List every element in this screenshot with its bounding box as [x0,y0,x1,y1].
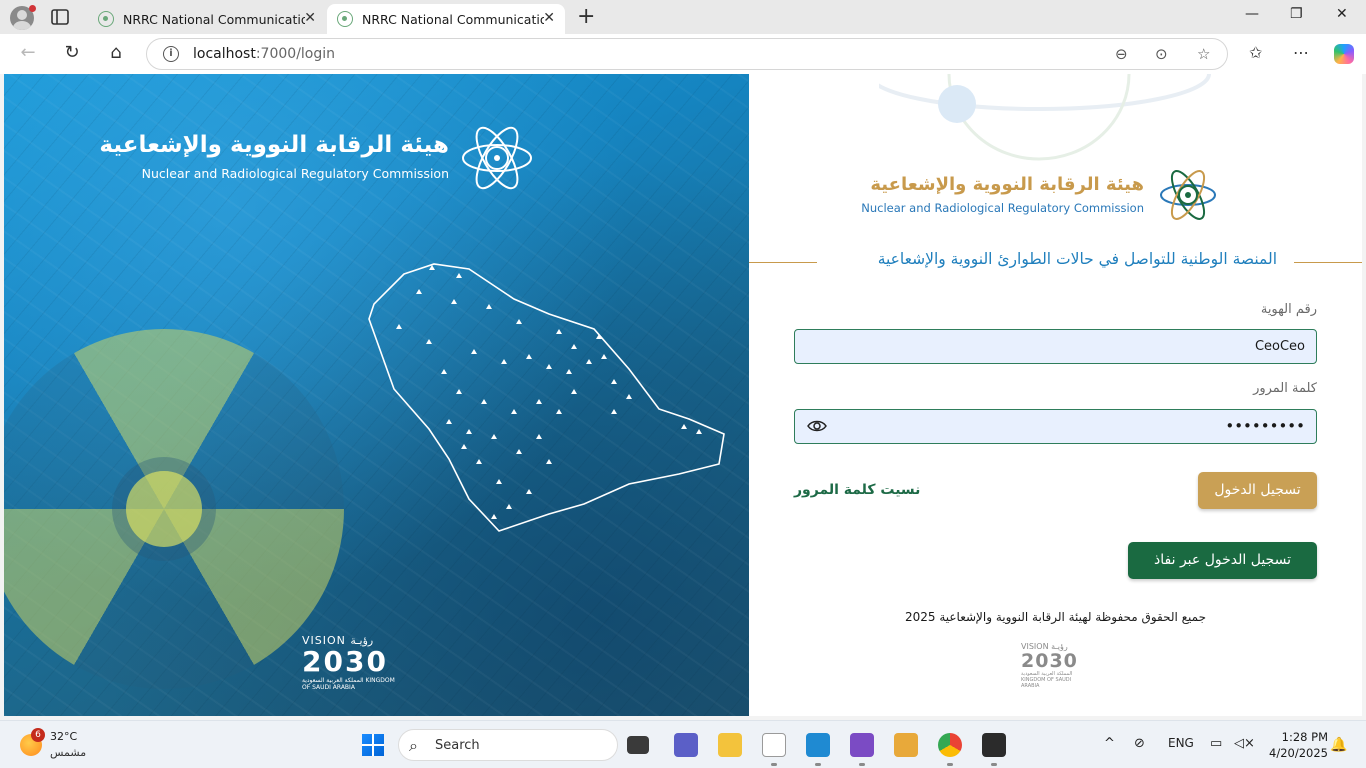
search-placeholder: Search [435,738,480,753]
running-indicator [771,763,777,766]
site-info-icon[interactable]: i [163,46,179,62]
start-windows-icon[interactable] [362,734,384,756]
favorite-star-icon[interactable]: ☆ [1197,45,1210,63]
weather-temperature[interactable]: 32°C [50,730,77,743]
tab-actions-icon[interactable] [50,8,70,26]
close-tab-icon[interactable]: ✕ [543,10,555,26]
notification-bell-icon[interactable]: 🔔 [1330,737,1347,753]
language-indicator[interactable]: ENG [1168,736,1194,750]
id-number-input[interactable]: CeoCeo [794,329,1317,364]
password-value: ••••••••• [1225,417,1305,435]
refresh-icon[interactable]: ↻ [60,42,84,63]
profile-notification-dot [29,5,36,12]
platform-title-row: المنصة الوطنية للتواصل في حالات الطوارئ … [749,250,1362,274]
file-explorer-icon[interactable] [718,733,742,757]
network-icon[interactable]: ⊘ [1134,736,1145,751]
display-icon[interactable]: ▭ [1210,736,1222,751]
vision-country: المملكة العربية السعودية KINGDOM OF SAUD… [302,677,395,691]
nafath-login-button[interactable]: تسجيل الدخول عبر نفاذ [1128,542,1317,579]
nrrc-favicon-icon [98,11,114,27]
favorites-icon[interactable]: ✩ [1249,43,1262,62]
teams-icon[interactable] [674,733,698,757]
new-tab-icon[interactable]: + [577,4,595,29]
vision-2030-logo: VISION رؤيـة 2030 المملكة العربية السعود… [1021,642,1091,689]
more-menu-icon[interactable]: ⋯ [1293,43,1309,62]
browser-tab-1[interactable]: NRRC National Communication P ✕ [88,4,326,34]
forgot-password-link[interactable]: نسيت كلمة المرور [794,482,920,498]
chrome-icon[interactable] [938,733,962,757]
task-view-icon[interactable] [627,736,649,754]
panel-org-name-en: Nuclear and Radiological Regulatory Comm… [861,201,1144,215]
vision-year: 2030 [1021,650,1078,672]
running-indicator [947,763,953,766]
read-aloud-icon[interactable]: ⊙ [1155,45,1168,63]
url-field[interactable]: i localhost:7000/login ⊖ ⊙ ☆ [146,38,1228,70]
tab-title: NRRC National Communication P [123,11,305,27]
restore-icon[interactable]: ❐ [1290,6,1303,22]
show-hidden-icons-icon[interactable]: ^ [1104,736,1115,751]
url-host: localhost [193,46,256,62]
notepad-icon[interactable] [762,733,786,757]
atom-logo-icon [1160,170,1216,220]
vision-country: المملكة العربية السعودية KINGDOM OF SAUD… [1021,671,1073,689]
hero-image: هيئة الرقابة النووية والإشعاعية Nuclear … [4,74,749,716]
running-indicator [815,763,821,766]
panel-org-name-ar: هيئة الرقابة النووية والإشعاعية [870,174,1144,195]
panel-org-logo: هيئة الرقابة النووية والإشعاعية Nuclear … [861,164,1219,228]
url-path: :7000/login [255,46,336,62]
saudi-map-icon [368,263,725,532]
platform-title: المنصة الوطنية للتواصل في حالات الطوارئ … [877,250,1277,268]
visual-studio-icon[interactable] [850,733,874,757]
running-indicator [859,763,865,766]
taskbar-search-box[interactable]: ⌕ Search [398,729,618,761]
hero-org-logo: هيئة الرقابة النووية والإشعاعية Nuclear … [99,120,534,200]
close-window-icon[interactable]: ✕ [1336,6,1348,22]
minimize-icon[interactable]: — [1245,6,1259,22]
close-tab-icon[interactable]: ✕ [304,10,316,26]
copyright-text: جميع الحقوق محفوظة لهيئة الرقابة النووية… [904,610,1207,624]
vscode-icon[interactable] [806,733,830,757]
atom-logo-icon [462,126,532,190]
tools-app-icon[interactable] [894,733,918,757]
terminal-icon[interactable] [982,733,1006,757]
divider-line [1294,262,1362,263]
running-indicator [991,763,997,766]
divider-line [749,262,817,263]
radiation-core [126,471,202,547]
show-password-eye-icon[interactable] [807,419,827,433]
home-icon[interactable]: ⌂ [104,42,128,63]
password-label: كلمة المرور [1253,381,1317,396]
id-label: رقم الهوية [1260,302,1317,317]
tab-title: NRRC National Communication P [362,11,544,27]
copilot-icon[interactable] [1334,44,1354,64]
hero-org-name-en: Nuclear and Radiological Regulatory Comm… [141,166,449,181]
clock[interactable]: 1:28 PM 4/20/2025 [1266,729,1328,761]
password-input[interactable]: ••••••••• [794,409,1317,444]
search-icon: ⌕ [409,736,418,755]
weather-badge: 6 [31,728,45,742]
url-text: localhost:7000/login [193,46,335,62]
login-button[interactable]: تسجيل الدخول [1198,472,1317,509]
taskbar: 6 32°C مشمس ⌕ Search ^ ⊘ ENG ▭ ◁× 1:28 P… [0,720,1366,768]
zoom-icon[interactable]: ⊖ [1115,45,1128,63]
login-page: هيئة الرقابة النووية والإشعاعية Nuclear … [4,74,1362,716]
address-bar-row: ← ↻ ⌂ i localhost:7000/login ⊖ ⊙ ☆ ✩ ⋯ [0,34,1366,74]
clock-date: 4/20/2025 [1269,746,1328,760]
back-icon[interactable]: ← [16,42,40,63]
browser-tab-bar: NRRC National Communication P ✕ NRRC Nat… [0,0,1366,34]
vision-year: 2030 [302,645,388,678]
atom-decoration-icon [879,74,1211,161]
id-value: CeoCeo [1254,339,1305,354]
volume-muted-icon[interactable]: ◁× [1234,736,1255,751]
hero-org-name-ar: هيئة الرقابة النووية والإشعاعية [99,132,449,158]
clock-time: 1:28 PM [1281,730,1328,744]
nrrc-favicon-icon [337,11,353,27]
browser-tab-2[interactable]: NRRC National Communication P ✕ [327,4,565,34]
weather-description[interactable]: مشمس [50,746,86,759]
login-panel: هيئة الرقابة النووية والإشعاعية Nuclear … [749,74,1362,716]
vision-2030-logo: VISION رؤيـة 2030 المملكة العربية السعود… [302,634,402,691]
